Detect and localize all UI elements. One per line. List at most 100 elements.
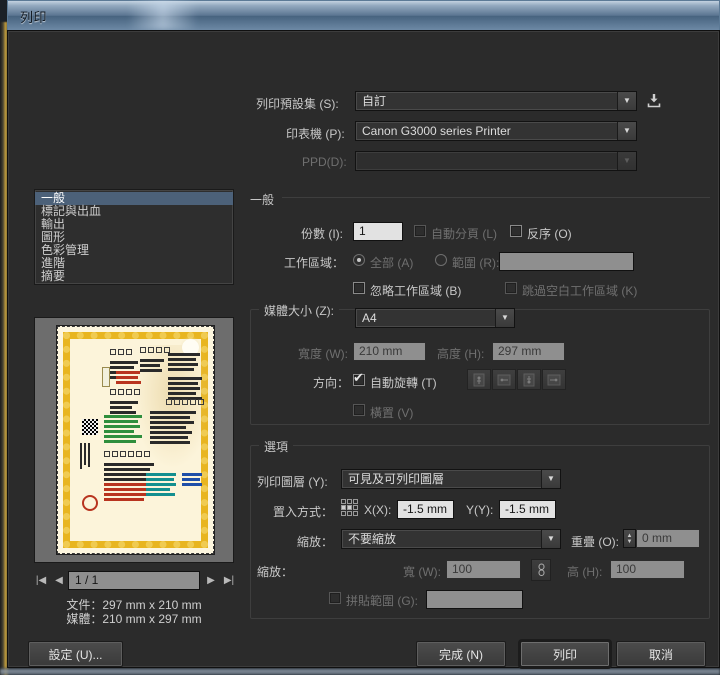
window-title: 列印 [20,10,48,25]
placement-grid-icon[interactable] [341,499,358,516]
media-size-value: A4 [362,311,377,325]
scale-label: 縮放： [257,565,294,579]
auto-rotate-label: 自動旋轉 (T) [370,376,437,390]
preview-vertical-text-block [80,443,102,469]
preview-checkbox-row [110,389,140,395]
scaling-select[interactable]: 不要縮放 ▼ [341,529,561,549]
preview-qr-code [82,419,98,435]
ignore-artboards-checkbox[interactable] [353,282,365,294]
chevron-down-icon: ▼ [495,309,514,327]
artboard-all-label: 全部 (A) [370,256,414,270]
transverse-label: 橫置 (V) [370,406,414,420]
preview-text-block-blue [182,473,204,486]
chevron-down-icon: ▼ [617,152,636,170]
collate-checkbox [414,225,426,237]
chevron-down-icon: ▼ [617,122,636,140]
link-constrain-icon[interactable] [531,559,551,581]
printer-label: 印表機 (P): [286,127,345,141]
previous-page-icon[interactable]: ◀ [52,571,66,589]
skip-blank-artboards-checkbox [505,282,517,294]
chevron-down-icon: ▼ [541,530,560,548]
last-page-icon[interactable]: ▶| [222,571,236,589]
printer-value: Canon G3000 series Printer [362,124,511,138]
orientation-label: 方向： [313,376,350,390]
sidebar-item-summary[interactable]: 摘要 [35,270,233,283]
ppd-select: ▼ [355,151,637,171]
tile-range-input [426,590,523,609]
scale-height-label: 高 (H): [567,565,603,579]
options-group-title: 選項 [259,438,294,455]
media-size-group-title: 媒體大小 (Z): [259,302,339,319]
preview-text-block [168,377,204,400]
media-width-input: 210 mm [353,342,426,361]
print-button[interactable]: 列印 [520,641,610,667]
preview-text-block [110,401,140,414]
scale-width-input: 100 [446,560,521,579]
auto-rotate-checkbox[interactable] [353,370,365,386]
cancel-button[interactable]: 取消 [616,641,706,667]
page-navigation[interactable]: |◀ ◀ 1 / 1 ▶ ▶| [34,571,234,591]
orientation-portrait-icon [467,369,491,390]
page-number-field[interactable]: 1 / 1 [68,571,200,590]
preview-text-block [168,353,202,371]
placement-x-input[interactable]: -1.5 mm [397,500,454,519]
orientation-portrait-flipped-icon [517,369,541,390]
window-titlebar[interactable]: 列印 [7,0,720,30]
print-preset-select[interactable]: 自訂 ▼ [355,91,637,111]
preview-checkbox-row [110,349,132,355]
background-taskbar-strip [0,668,720,675]
collate-label: 自動分頁 (L) [431,227,498,241]
artboard-all-radio [353,254,365,266]
print-preview-panel[interactable] [34,317,234,563]
done-button[interactable]: 完成 (N) [416,641,506,667]
artboard-range-radio [435,254,447,266]
preview-text-block [150,411,198,429]
preview-text-block-green [104,415,144,443]
placement-y-input[interactable]: -1.5 mm [499,500,556,519]
preview-section-tag [102,367,110,387]
print-layers-select[interactable]: 可見及可列印圖層 ▼ [341,469,561,489]
general-section-heading: 一般 [250,193,275,207]
first-page-icon[interactable]: |◀ [34,571,48,589]
settings-category-list[interactable]: 一般 標記與出血 輸出 圖形 色彩管理 進階 摘要 [34,189,234,285]
placement-y-label: Y(Y): [466,503,494,517]
preview-page [57,326,214,554]
preview-text-block [140,359,166,372]
setup-button[interactable]: 設定 (U)... [28,641,123,667]
ignore-artboards-label: 忽略工作區域 (B) [370,284,462,298]
copies-input[interactable]: 1 [353,222,403,241]
reverse-order-checkbox[interactable] [510,225,522,237]
save-preset-icon[interactable] [644,91,664,111]
placement-label: 置入方式： [273,505,334,519]
overlap-stepper[interactable]: ▲ ▼ [623,529,636,548]
artboard-range-input [499,252,634,271]
chevron-down-icon: ▼ [617,92,636,110]
preview-checkbox-row [140,347,170,353]
overlap-input: 0 mm [636,529,700,548]
print-layers-value: 可見及可列印圖層 [348,472,445,486]
tile-range-label: 拼貼範圍 (G): [346,594,418,608]
print-layers-label: 列印圖層 (Y): [257,475,328,489]
printer-select[interactable]: Canon G3000 series Printer ▼ [355,121,637,141]
preview-vertical-text-block [76,355,78,415]
copies-label: 份數 (I): [301,227,343,241]
reverse-order-label: 反序 (O) [527,227,572,241]
preview-text-block [150,431,194,444]
orientation-landscape-icon [492,369,516,390]
next-page-icon[interactable]: ▶ [204,571,218,589]
transverse-checkbox [353,404,365,416]
preview-text-block [116,371,142,384]
scaling-label: 縮放： [297,535,334,549]
print-preset-value: 自訂 [362,94,387,108]
media-size-select[interactable]: A4 ▼ [355,308,515,328]
skip-blank-artboards-label: 跳過空白工作區域 (K) [522,284,638,298]
tile-range-checkbox [329,592,341,604]
artboard-range-label: 範圍 (R): [452,256,500,270]
print-dialog: 列印預設集 (S): 自訂 ▼ 印表機 (P): Canon G3000 ser… [7,30,720,668]
print-preset-label: 列印預設集 (S): [256,97,339,111]
chevron-down-icon: ▼ [541,470,560,488]
media-size-info: 媒體：210 mm x 297 mm [66,612,202,626]
section-divider [282,197,710,198]
orientation-landscape-flipped-icon [542,369,566,390]
preview-checkbox-row [104,451,150,457]
